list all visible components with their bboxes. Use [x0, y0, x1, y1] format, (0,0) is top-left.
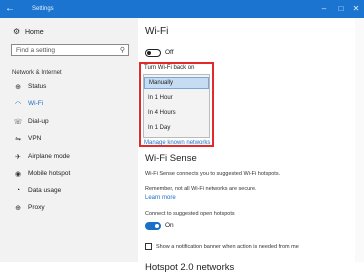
- main-content: Wi-Fi Off Turn Wi-Fi back on Manually In…: [138, 18, 355, 273]
- data-usage-icon: ◔: [15, 187, 21, 194]
- hotspot-title: Hotspot 2.0 networks: [145, 262, 235, 273]
- toggle-knob: [155, 224, 159, 228]
- turn-on-label: Turn Wi-Fi back on: [144, 65, 195, 71]
- wifi-toggle[interactable]: [145, 49, 161, 57]
- hotspot-icon: ◉: [14, 171, 22, 178]
- toggle-knob: [147, 51, 151, 55]
- search-input[interactable]: Find a setting ⚲: [11, 44, 129, 56]
- sidebar-item-label: Wi-Fi: [28, 100, 44, 107]
- home-nav[interactable]: ⚙ Home: [13, 27, 44, 36]
- home-label: Home: [24, 29, 44, 36]
- sidebar-item-airplane-mode[interactable]: ✈ Airplane mode: [0, 150, 138, 164]
- connect-hotspots-toggle[interactable]: [145, 222, 161, 230]
- page-title: Wi-Fi: [145, 26, 169, 37]
- search-placeholder: Find a setting: [16, 47, 56, 54]
- vpn-icon: ⇋: [15, 136, 21, 143]
- back-button[interactable]: ←: [2, 0, 18, 18]
- gear-icon: ⚙: [13, 27, 21, 36]
- manage-networks-link[interactable]: Manage known networks: [144, 140, 210, 146]
- sidebar-item-label: Dial-up: [28, 118, 49, 125]
- wifi-sense-title: Wi-Fi Sense: [145, 153, 197, 164]
- sidebar-item-label: Mobile hotspot: [28, 170, 71, 177]
- scrollbar[interactable]: [355, 18, 364, 262]
- close-button[interactable]: ✕: [350, 0, 362, 18]
- sidebar-item-status[interactable]: ⊕ Status: [0, 80, 138, 94]
- notification-banner-label: Show a notification banner when action i…: [156, 244, 299, 250]
- sidebar-item-label: Data usage: [28, 187, 62, 194]
- dropdown-option[interactable]: Manually: [144, 77, 209, 89]
- sidebar-item-mobile-hotspot[interactable]: ◉ Mobile hotspot: [0, 167, 138, 181]
- connect-toggle-state: On: [165, 222, 174, 229]
- sidebar-item-label: Proxy: [28, 204, 45, 211]
- phone-icon: ☏: [13, 119, 23, 126]
- dropdown-option[interactable]: In 1 Day: [144, 122, 209, 134]
- dropdown-option[interactable]: In 1 Hour: [144, 92, 209, 104]
- window-title: Settings: [32, 6, 54, 12]
- sidebar-item-wifi[interactable]: ◠ Wi-Fi: [0, 97, 138, 111]
- learn-more-link[interactable]: Learn more: [145, 195, 176, 201]
- sidebar-item-proxy[interactable]: ⊕ Proxy: [0, 201, 138, 215]
- sidebar-item-label: Status: [28, 83, 47, 90]
- sidebar-item-data-usage[interactable]: ◔ Data usage: [0, 184, 138, 198]
- title-bar: ← Settings – □ ✕: [0, 0, 364, 18]
- wifi-sense-note: Remember, not all Wi-Fi networks are sec…: [145, 186, 257, 192]
- sidebar-item-vpn[interactable]: ⇋ VPN: [0, 132, 138, 146]
- sidebar: ⚙ Home Find a setting ⚲ Network & Intern…: [0, 18, 138, 262]
- wifi-icon: ◠: [14, 101, 22, 108]
- notification-banner-checkbox[interactable]: [145, 243, 152, 250]
- wifi-toggle-state: Off: [165, 49, 174, 56]
- airplane-icon: ✈: [15, 154, 21, 161]
- dropdown-option[interactable]: In 4 Hours: [144, 107, 209, 119]
- wifi-sense-description: Wi-Fi Sense connects you to suggested Wi…: [145, 171, 281, 177]
- maximize-button[interactable]: □: [335, 0, 347, 18]
- minimize-button[interactable]: –: [318, 0, 330, 18]
- globe-icon: ⊕: [15, 205, 21, 212]
- globe-icon: ⊕: [15, 84, 21, 91]
- sidebar-item-label: VPN: [28, 135, 42, 142]
- turn-on-dropdown[interactable]: Manually In 1 Hour In 4 Hours In 1 Day: [143, 74, 210, 138]
- section-header: Network & Internet: [12, 70, 62, 76]
- connect-hotspots-label: Connect to suggested open hotspots: [145, 211, 235, 217]
- search-icon[interactable]: ⚲: [120, 46, 125, 55]
- sidebar-item-label: Airplane mode: [28, 153, 70, 160]
- sidebar-item-dialup[interactable]: ☏ Dial-up: [0, 115, 138, 129]
